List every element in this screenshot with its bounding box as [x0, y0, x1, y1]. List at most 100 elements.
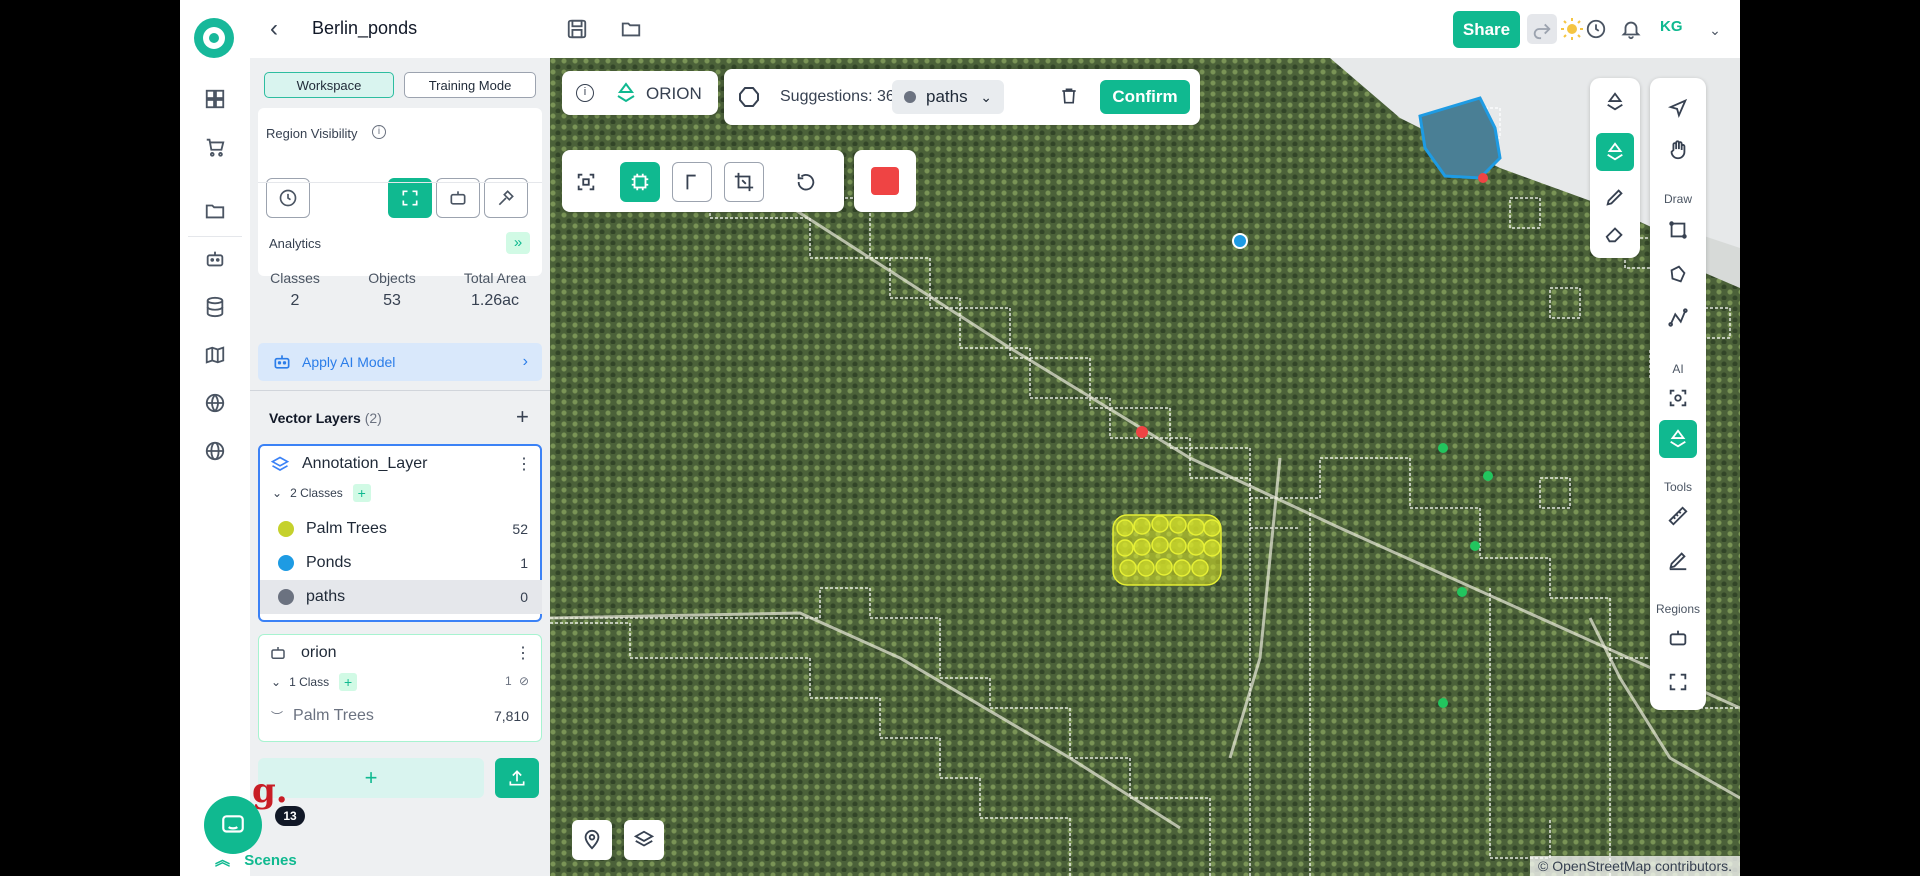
add-layer-button[interactable]: + [516, 404, 529, 430]
stat-classes: Classes 2 [270, 270, 320, 309]
layer-menu-icon[interactable]: ⋮ [515, 643, 531, 663]
upload-button[interactable] [495, 758, 539, 798]
top-bar: ‹ Berlin_ponds Share KG ⌄ [180, 0, 1740, 58]
ai-chip-tool-button[interactable] [620, 162, 660, 202]
add-layer-bottom-button[interactable]: + [258, 758, 484, 798]
confirm-button[interactable]: Confirm [1100, 80, 1190, 114]
class-select[interactable]: paths ⌄ [892, 80, 1004, 114]
class-color-dot [278, 589, 294, 605]
eye-off-icon[interactable]: ⊘ [519, 674, 529, 688]
region-visibility-label: Region Visibility [266, 126, 358, 141]
bell-icon[interactable] [1618, 16, 1644, 42]
dashboard-icon[interactable] [204, 88, 226, 110]
layers-stack-icon[interactable] [1601, 88, 1629, 116]
orion-chip[interactable]: i ORION [562, 71, 718, 115]
reset-icon[interactable] [786, 162, 826, 202]
scenes-toggle[interactable]: ︽ Scenes [215, 849, 297, 870]
rectangle-draw-icon[interactable] [1664, 216, 1692, 244]
save-icon[interactable] [564, 16, 590, 42]
select-arrow-icon[interactable] [1664, 94, 1692, 122]
trash-icon[interactable] [1059, 86, 1079, 106]
history-icon[interactable] [1583, 16, 1609, 42]
class-row[interactable]: ︶ Palm Trees 7,810 [271, 707, 529, 725]
class-row[interactable]: Palm Trees 52 [260, 512, 542, 546]
chevron-down-icon[interactable]: ⌄ [1702, 17, 1728, 43]
brush-icon[interactable] [1601, 183, 1629, 211]
layer-card-annotation[interactable]: Annotation_Layer ⋮ ⌄ 2 Classes + Palm Tr… [258, 444, 542, 622]
palm-tree-annotations[interactable] [1112, 514, 1222, 586]
globe-icon[interactable] [204, 440, 226, 462]
chevron-up-icon: ︽ [215, 852, 231, 869]
folder-icon[interactable] [618, 16, 644, 42]
expand-analytics-icon[interactable]: » [506, 232, 530, 254]
apply-ai-model-button[interactable]: Apply AI Model › [258, 343, 542, 381]
database-icon[interactable] [204, 296, 226, 318]
tools-region-button[interactable] [484, 178, 528, 218]
pen-icon[interactable] [1664, 546, 1692, 574]
focus-tool-button[interactable] [566, 162, 606, 202]
basemap-layers-button[interactable] [624, 820, 664, 860]
selected-point-marker[interactable] [1232, 233, 1248, 249]
class-row[interactable]: Ponds 1 [260, 546, 542, 580]
robot-region-icon[interactable] [1664, 624, 1692, 652]
negative-point-marker[interactable] [1136, 426, 1148, 438]
app-logo-icon[interactable] [194, 18, 234, 58]
sun-icon[interactable] [1559, 16, 1585, 42]
share-button[interactable]: Share [1453, 11, 1520, 48]
add-class-button[interactable]: + [339, 673, 358, 691]
pond-vertex-marker[interactable] [1478, 173, 1488, 183]
draw-section-label: Draw [1663, 192, 1692, 206]
region-tiles [550, 107, 1740, 876]
orion-ai-button[interactable] [1659, 420, 1697, 458]
eraser-icon[interactable] [1601, 220, 1629, 248]
map-canvas[interactable]: i ORION Suggestions: 36 paths ⌄ Confirm [550, 58, 1740, 876]
polyline-draw-icon[interactable] [1664, 304, 1692, 332]
stat-objects: Objects 53 [368, 270, 416, 309]
analytics-label: Analytics [269, 236, 322, 251]
crop-tool-button[interactable] [724, 162, 764, 202]
layer-menu-icon[interactable]: ⋮ [516, 454, 532, 474]
layers-icon [270, 456, 290, 471]
suggestions-count: Suggestions: 36 [780, 88, 895, 105]
classes-toggle[interactable]: ⌄ 1 Class + [271, 673, 358, 691]
divider [258, 182, 542, 183]
fullscreen-region-button[interactable] [388, 178, 432, 218]
user-avatar[interactable]: KG [1660, 18, 1683, 35]
hand-pan-icon[interactable] [1664, 136, 1692, 164]
fullscreen-icon[interactable] [1664, 668, 1692, 696]
brand-mark: g. [252, 771, 288, 811]
orion-tool-button[interactable] [1596, 133, 1634, 171]
ai-section-label: AI [1672, 362, 1684, 376]
map-icon[interactable] [204, 344, 226, 366]
globe-grid-icon[interactable] [204, 392, 226, 414]
main-tools-strip: Draw AI Tools Regions [1650, 78, 1706, 710]
chat-launcher-button[interactable] [204, 796, 262, 854]
ai-scan-icon[interactable] [1664, 384, 1692, 412]
chevron-right-icon: › [522, 353, 528, 370]
cart-icon[interactable] [204, 136, 226, 158]
stop-button[interactable] [854, 150, 916, 212]
ruler-icon[interactable] [1664, 502, 1692, 530]
layers-icon [633, 830, 655, 847]
tab-workspace[interactable]: Workspace [264, 72, 394, 98]
info-icon[interactable]: i [576, 84, 594, 102]
map-pin-icon [584, 829, 600, 850]
classes-toggle[interactable]: ⌄ 2 Classes + [272, 484, 371, 502]
add-class-button[interactable]: + [352, 484, 371, 502]
tab-training-mode[interactable]: Training Mode [404, 72, 536, 98]
polygon-draw-icon[interactable] [1664, 260, 1692, 288]
robot-region-button[interactable] [436, 178, 480, 218]
layer-card-orion[interactable]: orion ⋮ ⌄ 1 Class + 1 ⊘ ︶ Palm Trees 7,8… [258, 634, 542, 742]
location-pin-button[interactable] [572, 820, 612, 860]
suggestions-bar: Suggestions: 36 paths ⌄ Confirm [724, 69, 1200, 125]
class-row-selected[interactable]: paths 0 [260, 580, 542, 614]
clock-filter-button[interactable] [266, 178, 310, 218]
apply-ai-label: Apply AI Model [302, 354, 396, 370]
info-icon[interactable]: i [372, 125, 386, 139]
vector-layers-heading: Vector Layers (2) [269, 410, 382, 426]
back-button[interactable]: ‹ [270, 15, 278, 43]
folder-icon[interactable] [204, 200, 226, 222]
line-tool-button[interactable] [672, 162, 712, 202]
robot-icon[interactable] [204, 248, 226, 270]
map-attribution[interactable]: © OpenStreetMap contributors. [1530, 856, 1740, 876]
